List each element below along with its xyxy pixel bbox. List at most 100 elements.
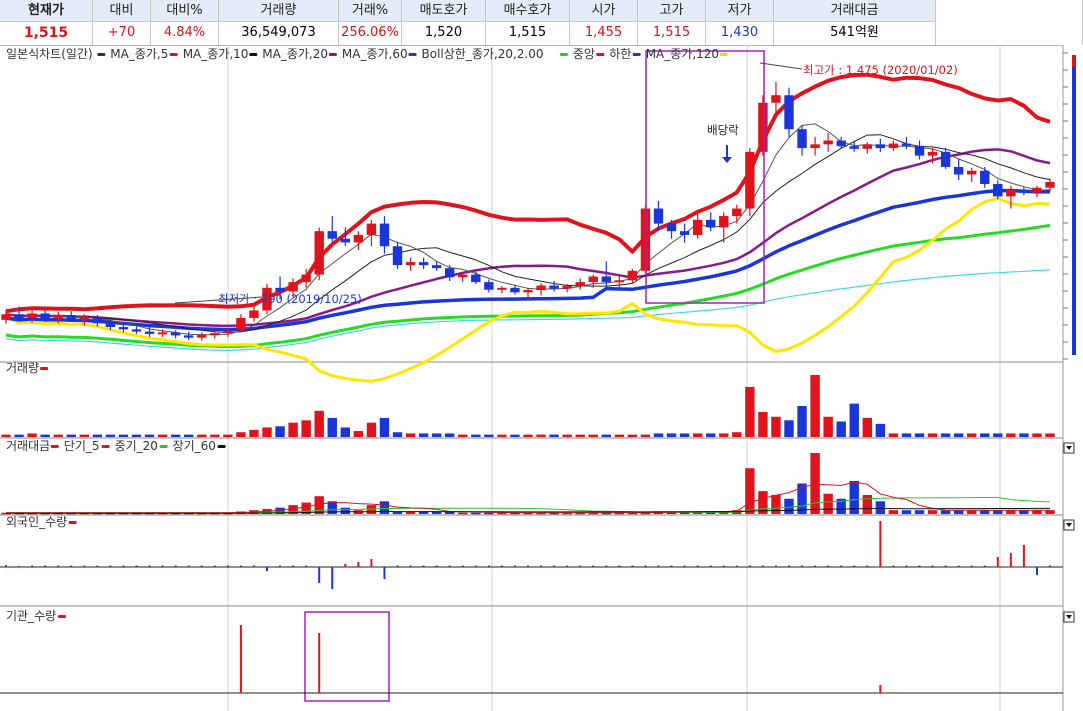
volume-bar bbox=[458, 434, 468, 437]
candle-body bbox=[614, 280, 625, 283]
volume-bar bbox=[901, 433, 912, 437]
candle-body bbox=[1006, 189, 1016, 197]
amount-bar bbox=[745, 468, 755, 514]
amount-bar bbox=[914, 510, 925, 514]
legend-swatch bbox=[101, 445, 110, 448]
volume-bar bbox=[131, 434, 142, 437]
candle-body bbox=[953, 166, 964, 175]
candle-body bbox=[418, 262, 429, 266]
quote-cell: 시가 1,455 bbox=[570, 0, 638, 45]
volume-bar bbox=[236, 432, 246, 437]
quote-value: 1,515 bbox=[652, 25, 691, 40]
amount-bar bbox=[888, 510, 899, 514]
amount-bar bbox=[901, 510, 912, 514]
volume-bar bbox=[888, 433, 899, 437]
amount-bar bbox=[862, 494, 872, 514]
candle-body bbox=[105, 323, 116, 328]
volume-bar bbox=[588, 434, 598, 437]
candle-body bbox=[340, 238, 350, 243]
candle-body bbox=[653, 208, 664, 224]
candle-body bbox=[849, 146, 859, 149]
legend-swatch bbox=[719, 53, 728, 56]
volume-bar bbox=[1019, 433, 1029, 437]
volume-bar bbox=[327, 417, 337, 437]
legend-price: MA_종가,10 bbox=[183, 47, 249, 61]
legend-price: MA_종가,5 bbox=[110, 47, 168, 61]
candle-body bbox=[392, 246, 403, 266]
candle-body bbox=[236, 318, 246, 330]
volume-bar bbox=[249, 429, 259, 437]
candle-body bbox=[771, 95, 781, 103]
candle-body bbox=[1019, 189, 1029, 193]
highlight-box-inst bbox=[304, 611, 390, 702]
volume-bar bbox=[431, 433, 442, 437]
amount-bar bbox=[927, 510, 938, 514]
legend-swatch bbox=[50, 445, 59, 448]
amount-bar bbox=[980, 510, 990, 514]
legend-swatch bbox=[249, 53, 258, 56]
candle-body bbox=[405, 262, 416, 266]
candle-body bbox=[131, 329, 142, 332]
volume-bar bbox=[523, 434, 533, 437]
candle-body bbox=[810, 144, 820, 149]
volume-bar bbox=[549, 434, 559, 437]
line-boll-upper bbox=[5, 72, 1051, 314]
volume-bar bbox=[405, 433, 416, 437]
candle-body bbox=[197, 334, 207, 338]
volume-bar bbox=[836, 421, 846, 437]
candle-body bbox=[445, 268, 455, 278]
amount-bar bbox=[953, 510, 964, 514]
volume-bar bbox=[40, 434, 50, 437]
amount-bar bbox=[810, 453, 820, 514]
legend-swatch bbox=[217, 445, 226, 448]
volume-bar bbox=[497, 434, 507, 437]
volume-bar bbox=[797, 406, 807, 437]
legend-price: 하한 bbox=[609, 47, 631, 61]
legend-swatch bbox=[169, 53, 178, 56]
candle-body bbox=[275, 287, 285, 292]
candle-body bbox=[980, 170, 990, 184]
quote-header: 대비% bbox=[151, 0, 218, 22]
candle-body bbox=[288, 282, 298, 292]
amount-bar bbox=[771, 494, 781, 514]
volume-bar bbox=[471, 434, 481, 437]
quote-header: 매수호가 bbox=[486, 0, 569, 22]
amount-bar bbox=[484, 512, 494, 515]
volume-bar bbox=[105, 434, 116, 437]
volume-bar bbox=[1032, 433, 1042, 437]
high-leader bbox=[759, 62, 803, 70]
volume-bar bbox=[92, 434, 103, 437]
quote-cell: 저가 1,430 bbox=[706, 0, 774, 45]
candle-body bbox=[14, 314, 24, 319]
volume-bar bbox=[784, 420, 794, 437]
volume-bar bbox=[197, 434, 207, 437]
candle-body bbox=[862, 144, 872, 149]
volume-bar bbox=[314, 410, 324, 437]
candle-body bbox=[510, 287, 520, 293]
quote-header: 현재가 bbox=[0, 0, 92, 22]
volume-bar bbox=[849, 403, 859, 437]
candle-body bbox=[562, 285, 572, 289]
line-ma5 bbox=[5, 123, 1051, 336]
volume-bar bbox=[27, 433, 37, 437]
legend-swatch bbox=[159, 445, 168, 448]
annotation-high: 최고가 : 1,475 (2020/01/02) bbox=[803, 63, 958, 77]
quote-header: 시가 bbox=[570, 0, 637, 22]
volume-bar bbox=[170, 434, 181, 437]
legend-price: 일본식차트(일간) bbox=[6, 47, 93, 61]
candle-body bbox=[901, 143, 912, 146]
candle-body bbox=[679, 231, 690, 235]
quote-cell: 거래량 36,549,073 bbox=[219, 0, 339, 45]
candle-body bbox=[314, 231, 324, 275]
candle-body bbox=[536, 285, 546, 291]
annotation-low: 최저가 : 790 (2019/10/25) bbox=[218, 292, 362, 306]
quote-header: 매도호가 bbox=[402, 0, 485, 22]
volume-bar bbox=[301, 420, 311, 437]
volume-bar bbox=[418, 433, 429, 437]
candle-body bbox=[732, 208, 742, 217]
candle-body bbox=[66, 314, 76, 320]
volume-bar bbox=[745, 386, 755, 437]
scale-bar-top bbox=[1072, 55, 1076, 67]
legend-volume: 거래량 bbox=[6, 361, 39, 375]
quote-empty bbox=[936, 0, 1083, 45]
